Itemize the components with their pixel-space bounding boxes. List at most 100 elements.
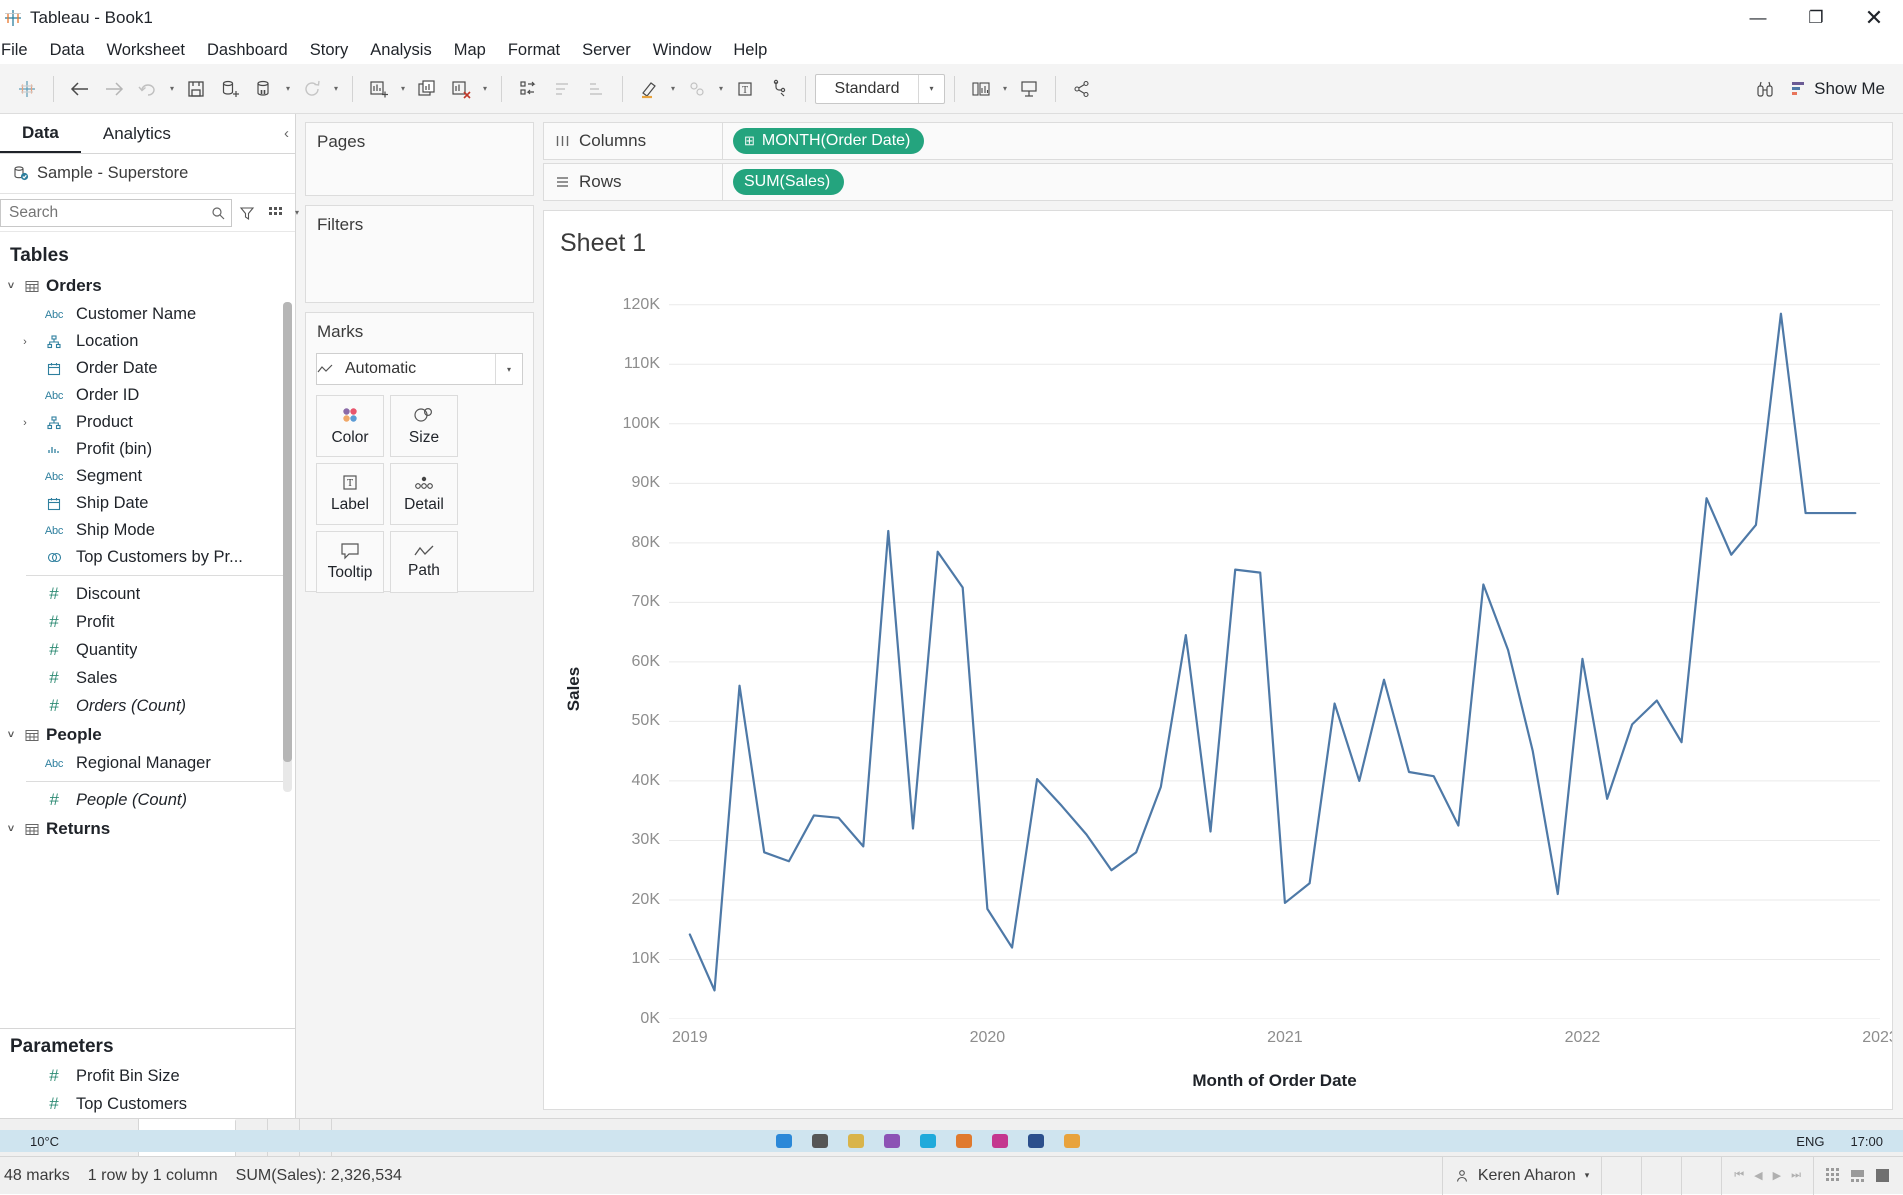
- field-item[interactable]: AbcOrder ID: [0, 382, 295, 409]
- field-item[interactable]: #Sales: [0, 664, 295, 692]
- rows-shelf-drop[interactable]: SUM(Sales): [723, 163, 1893, 201]
- pages-card[interactable]: Pages: [305, 122, 534, 196]
- menu-item-window[interactable]: Window: [642, 39, 723, 62]
- field-item[interactable]: Top Customers by Pr...: [0, 544, 295, 571]
- menu-item-worksheet[interactable]: Worksheet: [95, 39, 196, 62]
- taskbar-app-3-icon[interactable]: [848, 1134, 864, 1148]
- marks-tooltip-button[interactable]: Tooltip: [316, 531, 384, 593]
- field-item[interactable]: AbcRegional Manager: [0, 750, 295, 777]
- field-item[interactable]: #Quantity: [0, 636, 295, 664]
- taskbar-time[interactable]: 17:00: [1850, 1134, 1883, 1149]
- field-item[interactable]: Profit (bin): [0, 436, 295, 463]
- chevron-left-icon[interactable]: ‹: [284, 125, 289, 142]
- group-caret-icon[interactable]: ▾: [714, 72, 728, 106]
- columns-shelf-drop[interactable]: ⊞ MONTH(Order Date): [723, 122, 1893, 160]
- menu-item-data[interactable]: Data: [39, 39, 96, 62]
- mark-type-caret-icon[interactable]: ▾: [495, 354, 522, 384]
- taskbar-app-9-icon[interactable]: [1064, 1134, 1080, 1148]
- tab-data[interactable]: Data: [0, 114, 81, 153]
- field-item[interactable]: Ship Date: [0, 490, 295, 517]
- show-me-button[interactable]: Show Me: [1782, 75, 1893, 103]
- new-data-source-icon[interactable]: [213, 72, 247, 106]
- expand-chevron-icon[interactable]: ˅: [4, 280, 18, 292]
- sort-ascending-icon[interactable]: [545, 72, 579, 106]
- taskbar-weather[interactable]: 10°C: [0, 1134, 59, 1149]
- menu-item-server[interactable]: Server: [571, 39, 642, 62]
- view-caret-icon[interactable]: ▾: [290, 196, 304, 230]
- taskbar-app-2-icon[interactable]: [812, 1134, 828, 1148]
- back-arrow-icon[interactable]: [63, 72, 97, 106]
- undo-icon[interactable]: [131, 72, 165, 106]
- taskbar-app-8-icon[interactable]: [1028, 1134, 1044, 1148]
- grid-view-icon[interactable]: [262, 199, 288, 227]
- user-caret-icon[interactable]: ▾: [1585, 1170, 1590, 1181]
- menu-item-analysis[interactable]: Analysis: [359, 39, 442, 62]
- field-expand-chevron-icon[interactable]: ›: [18, 417, 32, 429]
- parameter-item[interactable]: #Top Customers: [0, 1090, 295, 1118]
- group-icon[interactable]: [680, 72, 714, 106]
- table-header-people[interactable]: ˅People: [0, 720, 295, 750]
- taskbar-app-1-icon[interactable]: [776, 1134, 792, 1148]
- search-icon[interactable]: [211, 206, 225, 220]
- undo-caret-icon[interactable]: ▾: [165, 72, 179, 106]
- datasource-row[interactable]: Sample - Superstore: [0, 154, 295, 194]
- user-dropdown[interactable]: Keren Aharon ▾: [1442, 1157, 1602, 1195]
- tab-analytics[interactable]: Analytics: [81, 114, 193, 153]
- table-header-orders[interactable]: ˅Orders: [0, 271, 295, 301]
- minimize-button[interactable]: —: [1729, 0, 1787, 36]
- menu-item-map[interactable]: Map: [443, 39, 497, 62]
- field-item[interactable]: AbcCustomer Name: [0, 301, 295, 328]
- field-item[interactable]: AbcSegment: [0, 463, 295, 490]
- binoculars-icon[interactable]: [1748, 72, 1782, 106]
- pill-sum-sales[interactable]: SUM(Sales): [733, 169, 844, 195]
- parameter-item[interactable]: #Profit Bin Size: [0, 1062, 295, 1090]
- fit-dropdown[interactable]: Standard ▾: [815, 74, 945, 104]
- table-header-returns[interactable]: ˅Returns: [0, 814, 295, 844]
- maximize-button[interactable]: ❐: [1787, 0, 1845, 36]
- refresh-caret-icon[interactable]: ▾: [329, 72, 343, 106]
- labels-icon[interactable]: T: [728, 72, 762, 106]
- next-icon[interactable]: ▶: [1773, 1169, 1781, 1182]
- refresh-icon[interactable]: [295, 72, 329, 106]
- field-item[interactable]: AbcShip Mode: [0, 517, 295, 544]
- pill-month-order-date[interactable]: ⊞ MONTH(Order Date): [733, 128, 924, 154]
- search-input-wrap[interactable]: [0, 199, 232, 227]
- menu-item-help[interactable]: Help: [722, 39, 778, 62]
- marks-color-button[interactable]: Color: [316, 395, 384, 457]
- marks-label-button[interactable]: T Label: [316, 463, 384, 525]
- field-item[interactable]: #Profit: [0, 608, 295, 636]
- new-worksheet-caret-icon[interactable]: ▾: [396, 72, 410, 106]
- data-source-caret-icon[interactable]: ▾: [281, 72, 295, 106]
- new-worksheet-icon[interactable]: [362, 72, 396, 106]
- field-item[interactable]: #Discount: [0, 580, 295, 608]
- filters-card[interactable]: Filters: [305, 205, 534, 303]
- taskbar-app-7-icon[interactable]: [992, 1134, 1008, 1148]
- field-item[interactable]: #Orders (Count): [0, 692, 295, 720]
- marks-detail-button[interactable]: Detail: [390, 463, 458, 525]
- forward-arrow-icon[interactable]: [97, 72, 131, 106]
- show-hide-cards-caret-icon[interactable]: ▾: [998, 72, 1012, 106]
- field-item[interactable]: ›Location: [0, 328, 295, 355]
- mark-type-dropdown[interactable]: Automatic ▾: [316, 353, 523, 385]
- single-icon[interactable]: [1876, 1168, 1891, 1183]
- save-icon[interactable]: [179, 72, 213, 106]
- data-pane-scrollbar[interactable]: [283, 302, 292, 792]
- expand-chevron-icon[interactable]: ˅: [4, 823, 18, 835]
- field-item[interactable]: Order Date: [0, 355, 295, 382]
- grid-icon[interactable]: [1826, 1168, 1841, 1183]
- marks-size-button[interactable]: Size: [390, 395, 458, 457]
- expand-chevron-icon[interactable]: ˅: [4, 729, 18, 741]
- field-item[interactable]: #People (Count): [0, 786, 295, 814]
- menu-item-format[interactable]: Format: [497, 39, 571, 62]
- share-icon[interactable]: [1065, 72, 1099, 106]
- funnel-icon[interactable]: [234, 199, 260, 227]
- taskbar-app-5-icon[interactable]: [920, 1134, 936, 1148]
- menu-item-file[interactable]: File: [0, 39, 39, 62]
- tableau-home-icon[interactable]: [10, 72, 44, 106]
- filmstrip-icon[interactable]: [1851, 1168, 1866, 1183]
- presentation-icon[interactable]: [1012, 72, 1046, 106]
- field-expand-chevron-icon[interactable]: ›: [18, 336, 32, 348]
- fix-axes-icon[interactable]: [762, 72, 796, 106]
- field-item[interactable]: ›Product: [0, 409, 295, 436]
- pill-expand-icon[interactable]: ⊞: [744, 133, 755, 149]
